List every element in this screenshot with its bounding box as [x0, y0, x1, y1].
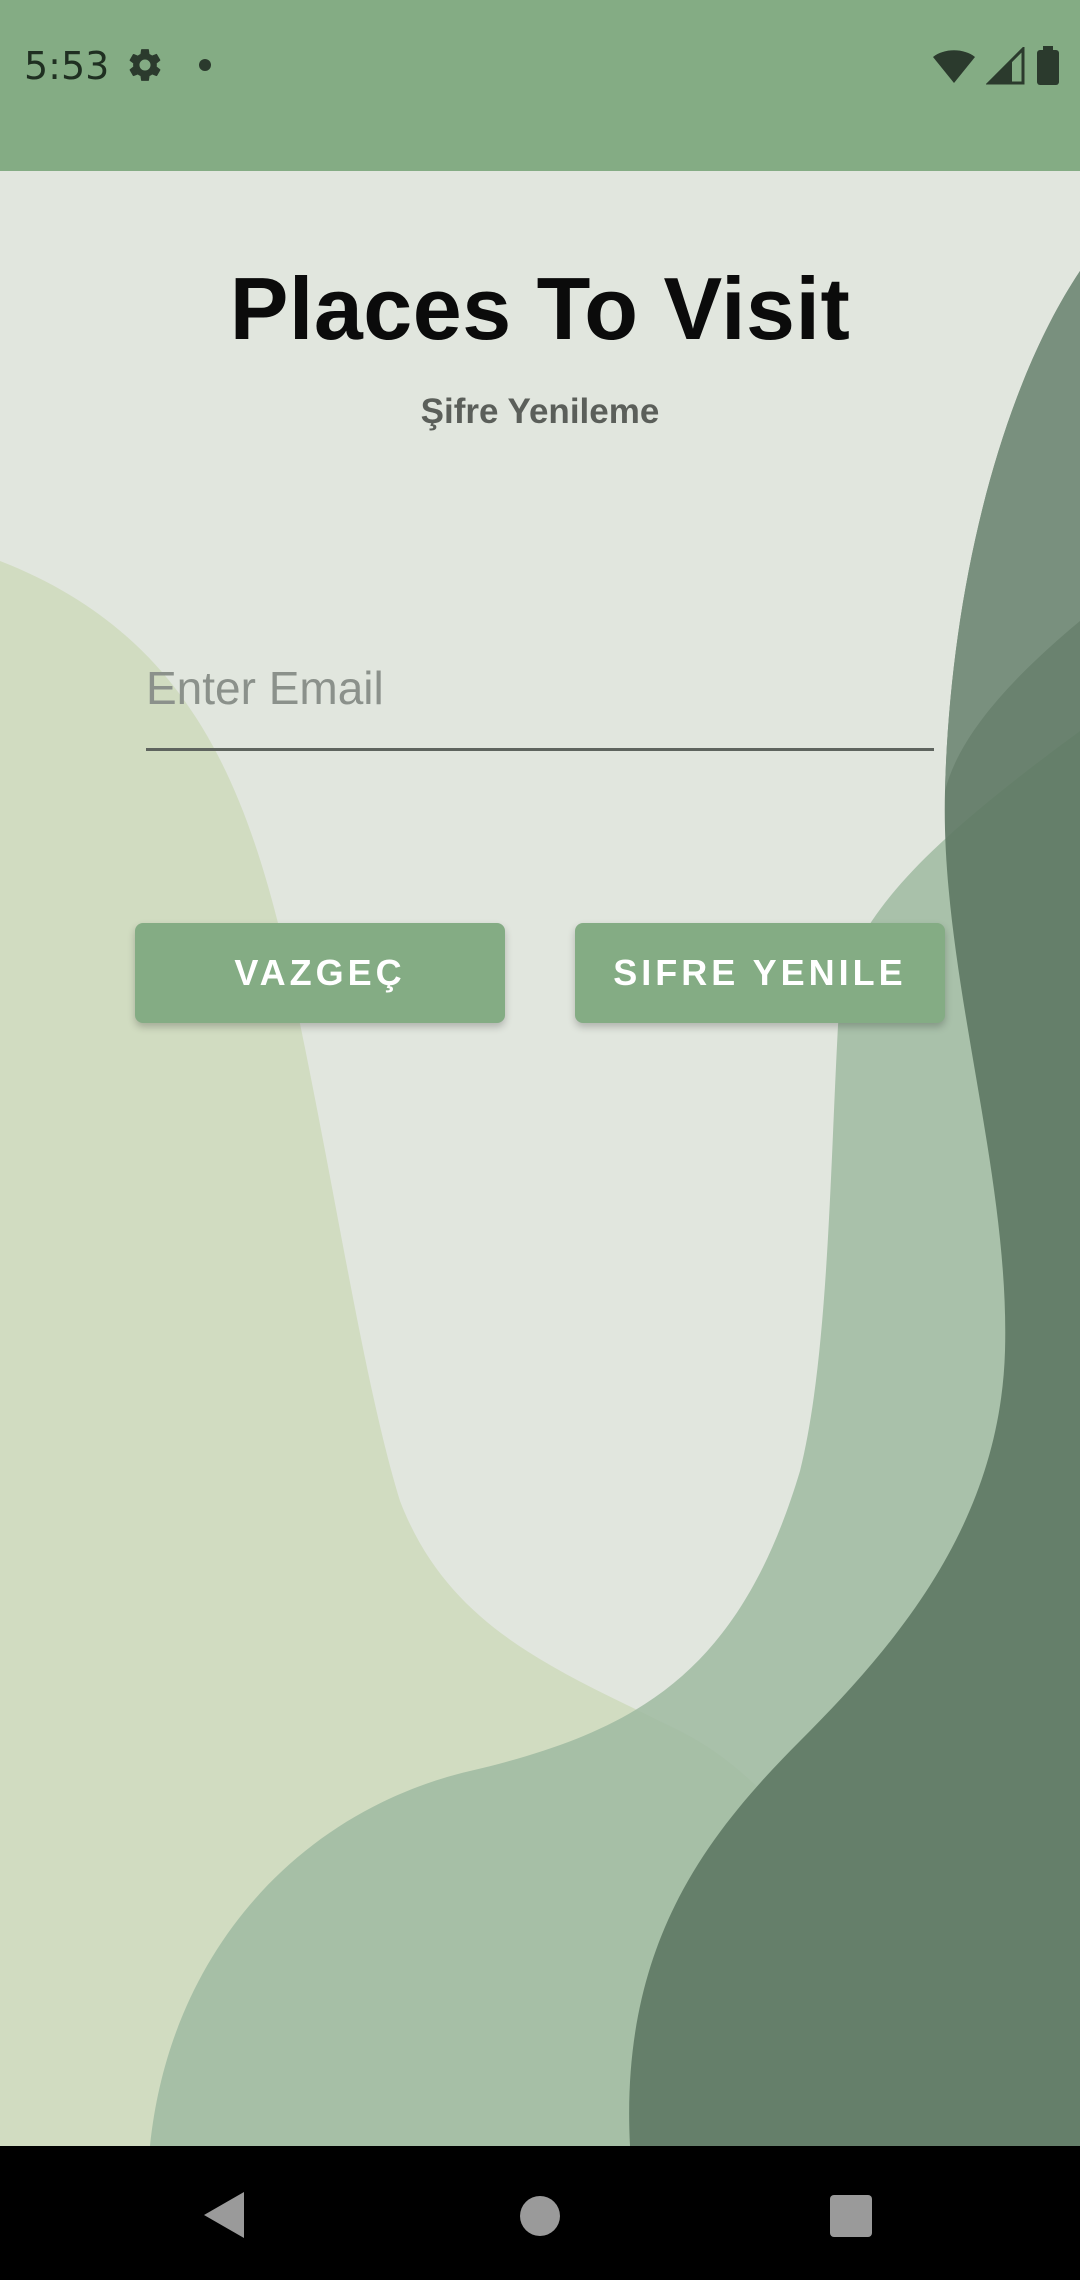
cancel-button[interactable]: VAZGEÇ: [135, 923, 505, 1023]
status-time: 5:53: [24, 44, 110, 88]
email-input[interactable]: [146, 648, 934, 728]
main-content: [0, 171, 1080, 2146]
background-waves: [0, 271, 1080, 2146]
navigation-bar: [0, 2146, 1080, 2280]
dot-icon: [198, 58, 212, 77]
reset-password-button[interactable]: SIFRE YENILE: [575, 923, 945, 1023]
signal-icon: [985, 45, 1026, 90]
wifi-icon: [932, 47, 976, 90]
status-bar: 5:53: [0, 0, 1080, 171]
recents-icon[interactable]: [830, 2195, 872, 2237]
gear-icon: [126, 46, 164, 89]
home-icon[interactable]: [520, 2196, 560, 2236]
battery-icon: [1036, 46, 1060, 91]
back-icon[interactable]: [202, 2190, 246, 2245]
email-field-container: [146, 648, 934, 751]
page-subtitle: Şifre Yenileme: [420, 392, 660, 431]
page-title: Places To Visit: [229, 259, 851, 358]
